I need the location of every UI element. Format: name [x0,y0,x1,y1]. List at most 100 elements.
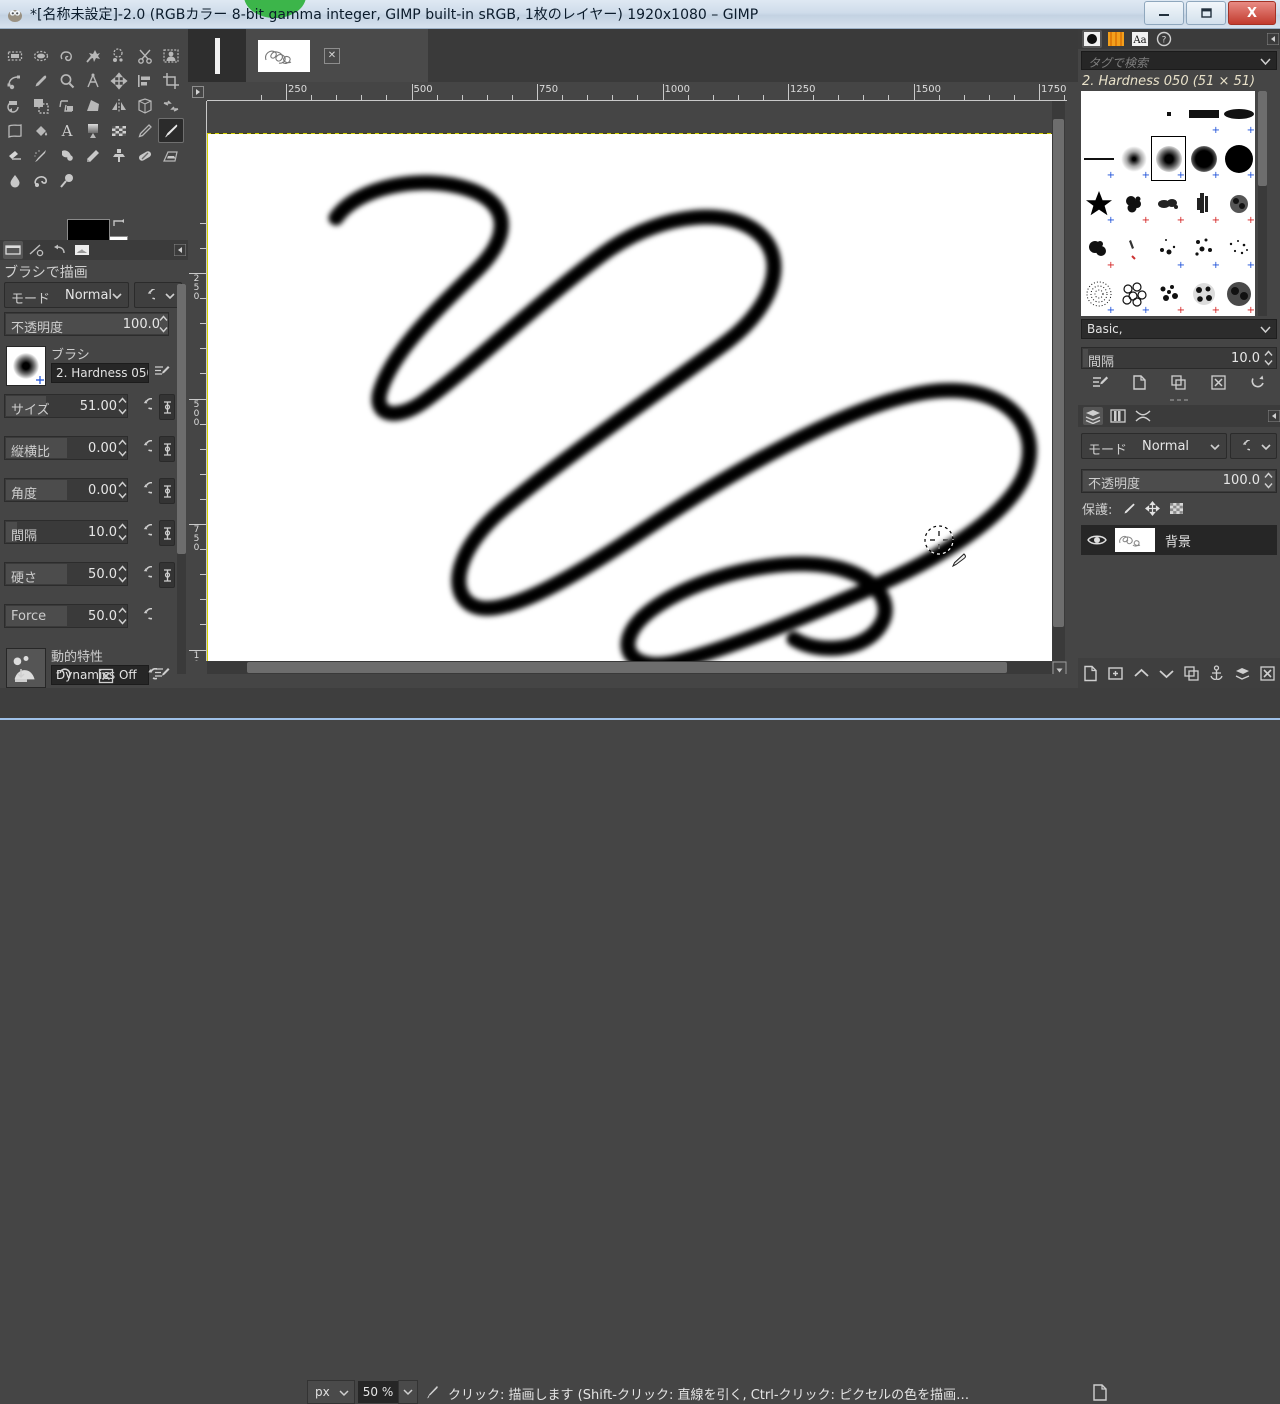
fonts-tab[interactable]: Aa [1130,30,1150,48]
layers-tab[interactable] [1083,407,1103,425]
brush-spacing-slider[interactable]: 間隔 10.0 [1081,347,1277,370]
paths-icon[interactable] [2,68,28,93]
crop-icon[interactable] [158,68,184,93]
document-history-tab[interactable]: ? [1154,30,1174,48]
rotate-icon[interactable] [2,93,28,118]
reset-hardness-icon[interactable] [136,566,152,582]
move-icon[interactable] [106,68,132,93]
lower-layer-icon[interactable] [1158,665,1175,682]
gradient-icon[interactable] [80,118,106,143]
protect-pixels-icon[interactable] [1121,501,1136,516]
blur-sharpen-icon[interactable] [2,168,28,193]
rect-select-icon[interactable] [2,43,28,68]
opacity-stepper[interactable] [158,313,169,335]
brush-item[interactable]: + [1221,271,1255,316]
eraser-icon[interactable] [2,143,28,168]
canvas-vertical-scrollbar[interactable] [1052,101,1065,661]
mode-reset-select[interactable] [134,282,182,308]
brush-preview[interactable] [6,346,46,386]
close-button[interactable]: X [1228,1,1276,25]
raise-layer-icon[interactable] [1133,665,1150,682]
dock-menu-icon[interactable] [1267,33,1279,45]
brush-item[interactable]: + [1186,226,1221,271]
brush-grid-scrollbar[interactable] [1258,91,1267,316]
tab-undo-history[interactable] [49,241,69,259]
brush-item[interactable]: + [1186,136,1221,181]
merge-down-icon[interactable] [1234,665,1251,682]
angle-dynamics-link[interactable] [159,478,175,504]
brush-item[interactable]: + [1221,91,1255,136]
dock-separator-grip[interactable] [1078,396,1280,404]
brush-item[interactable]: + [1151,271,1186,316]
pencil-icon[interactable] [132,118,158,143]
brush-item[interactable] [1081,91,1116,136]
anchor-layer-icon[interactable] [1208,664,1225,682]
brush-item[interactable]: + [1221,181,1255,226]
close-image-tab-button[interactable]: ✕ [324,47,340,64]
layer-opacity-stepper[interactable] [1263,470,1274,492]
size-slider[interactable]: サイズ 51.00 [4,394,128,418]
aspect-stepper[interactable] [117,437,128,459]
pattern-fill-icon[interactable] [106,118,132,143]
paintbrush-icon[interactable] [158,118,184,143]
ellipse-select-icon[interactable] [28,43,54,68]
layers-dock-menu-icon[interactable] [1268,410,1280,422]
aspect-slider[interactable]: 縦横比 0.00 [4,436,128,460]
tab-strip-handle[interactable] [188,29,246,82]
minimize-button[interactable] [1144,1,1184,25]
edit-brush-icon[interactable] [1092,374,1109,391]
swap-colors-icon[interactable] [112,217,126,231]
ink-icon[interactable] [54,143,80,168]
heal-icon[interactable] [132,143,158,168]
brush-item[interactable]: + [1186,181,1221,226]
reset-angle-icon[interactable] [136,482,152,498]
tag-search-input[interactable]: タグで検索 [1081,51,1277,70]
bucket-fill-icon[interactable] [28,118,54,143]
scale-icon[interactable] [28,93,54,118]
spacing-slider[interactable]: 間隔 10.0 [4,520,128,544]
duplicate-brush-icon[interactable] [1170,374,1187,391]
force-slider[interactable]: Force 50.0 [4,604,128,628]
spacing-stepper[interactable] [117,521,128,543]
tool-options-scrollbar[interactable] [177,284,186,674]
brushes-tab[interactable] [1082,30,1102,48]
warp-transform-icon[interactable] [2,118,28,143]
edit-brush-icon[interactable] [154,364,170,380]
ruler-origin-button[interactable] [188,82,207,101]
refresh-brushes-icon[interactable] [1249,374,1266,391]
hardness-stepper[interactable] [117,563,128,585]
angle-slider[interactable]: 角度 0.00 [4,478,128,502]
flip-icon[interactable] [106,93,132,118]
select-by-color-icon[interactable] [106,43,132,68]
hardness-slider[interactable]: 硬さ 50.0 [4,562,128,586]
aspect-dynamics-link[interactable] [159,436,175,462]
reset-tool-options-icon[interactable] [141,668,157,684]
eye-visibility-icon[interactable] [1087,532,1107,548]
brush-grid[interactable]: + + + + + + + + + + + + + + + + + + + + … [1081,91,1255,316]
mypaint-brush-icon[interactable] [80,143,106,168]
align-icon[interactable] [132,68,158,93]
reset-force-icon[interactable] [136,608,152,624]
shear-icon[interactable] [54,93,80,118]
protect-position-icon[interactable] [1145,500,1161,516]
brush-item[interactable] [1116,91,1151,136]
clone-icon[interactable] [106,143,132,168]
restore-tool-preset-icon[interactable] [55,668,72,684]
brush-item[interactable]: + [1081,181,1116,226]
foreground-select-icon[interactable] [158,43,184,68]
unit-select[interactable]: px [307,1380,355,1404]
new-layer-group-icon[interactable] [1107,665,1124,682]
dodge-burn-icon[interactable] [54,168,80,193]
delete-layer-icon[interactable] [1259,665,1276,682]
tab-tool-options[interactable] [3,241,23,259]
zoom-value[interactable]: 50 % [358,1381,398,1403]
size-dynamics-link[interactable] [159,394,175,420]
perspective-clone-icon[interactable] [158,143,184,168]
vertical-ruler[interactable]: 2505007501000 [188,101,207,661]
brush-item[interactable]: + [1081,136,1116,181]
new-brush-icon[interactable] [1131,374,1148,391]
channels-tab[interactable] [1108,407,1128,425]
angle-stepper[interactable] [117,479,128,501]
layer-mode-reset-select[interactable] [1230,433,1277,459]
brush-item[interactable]: + [1151,181,1186,226]
